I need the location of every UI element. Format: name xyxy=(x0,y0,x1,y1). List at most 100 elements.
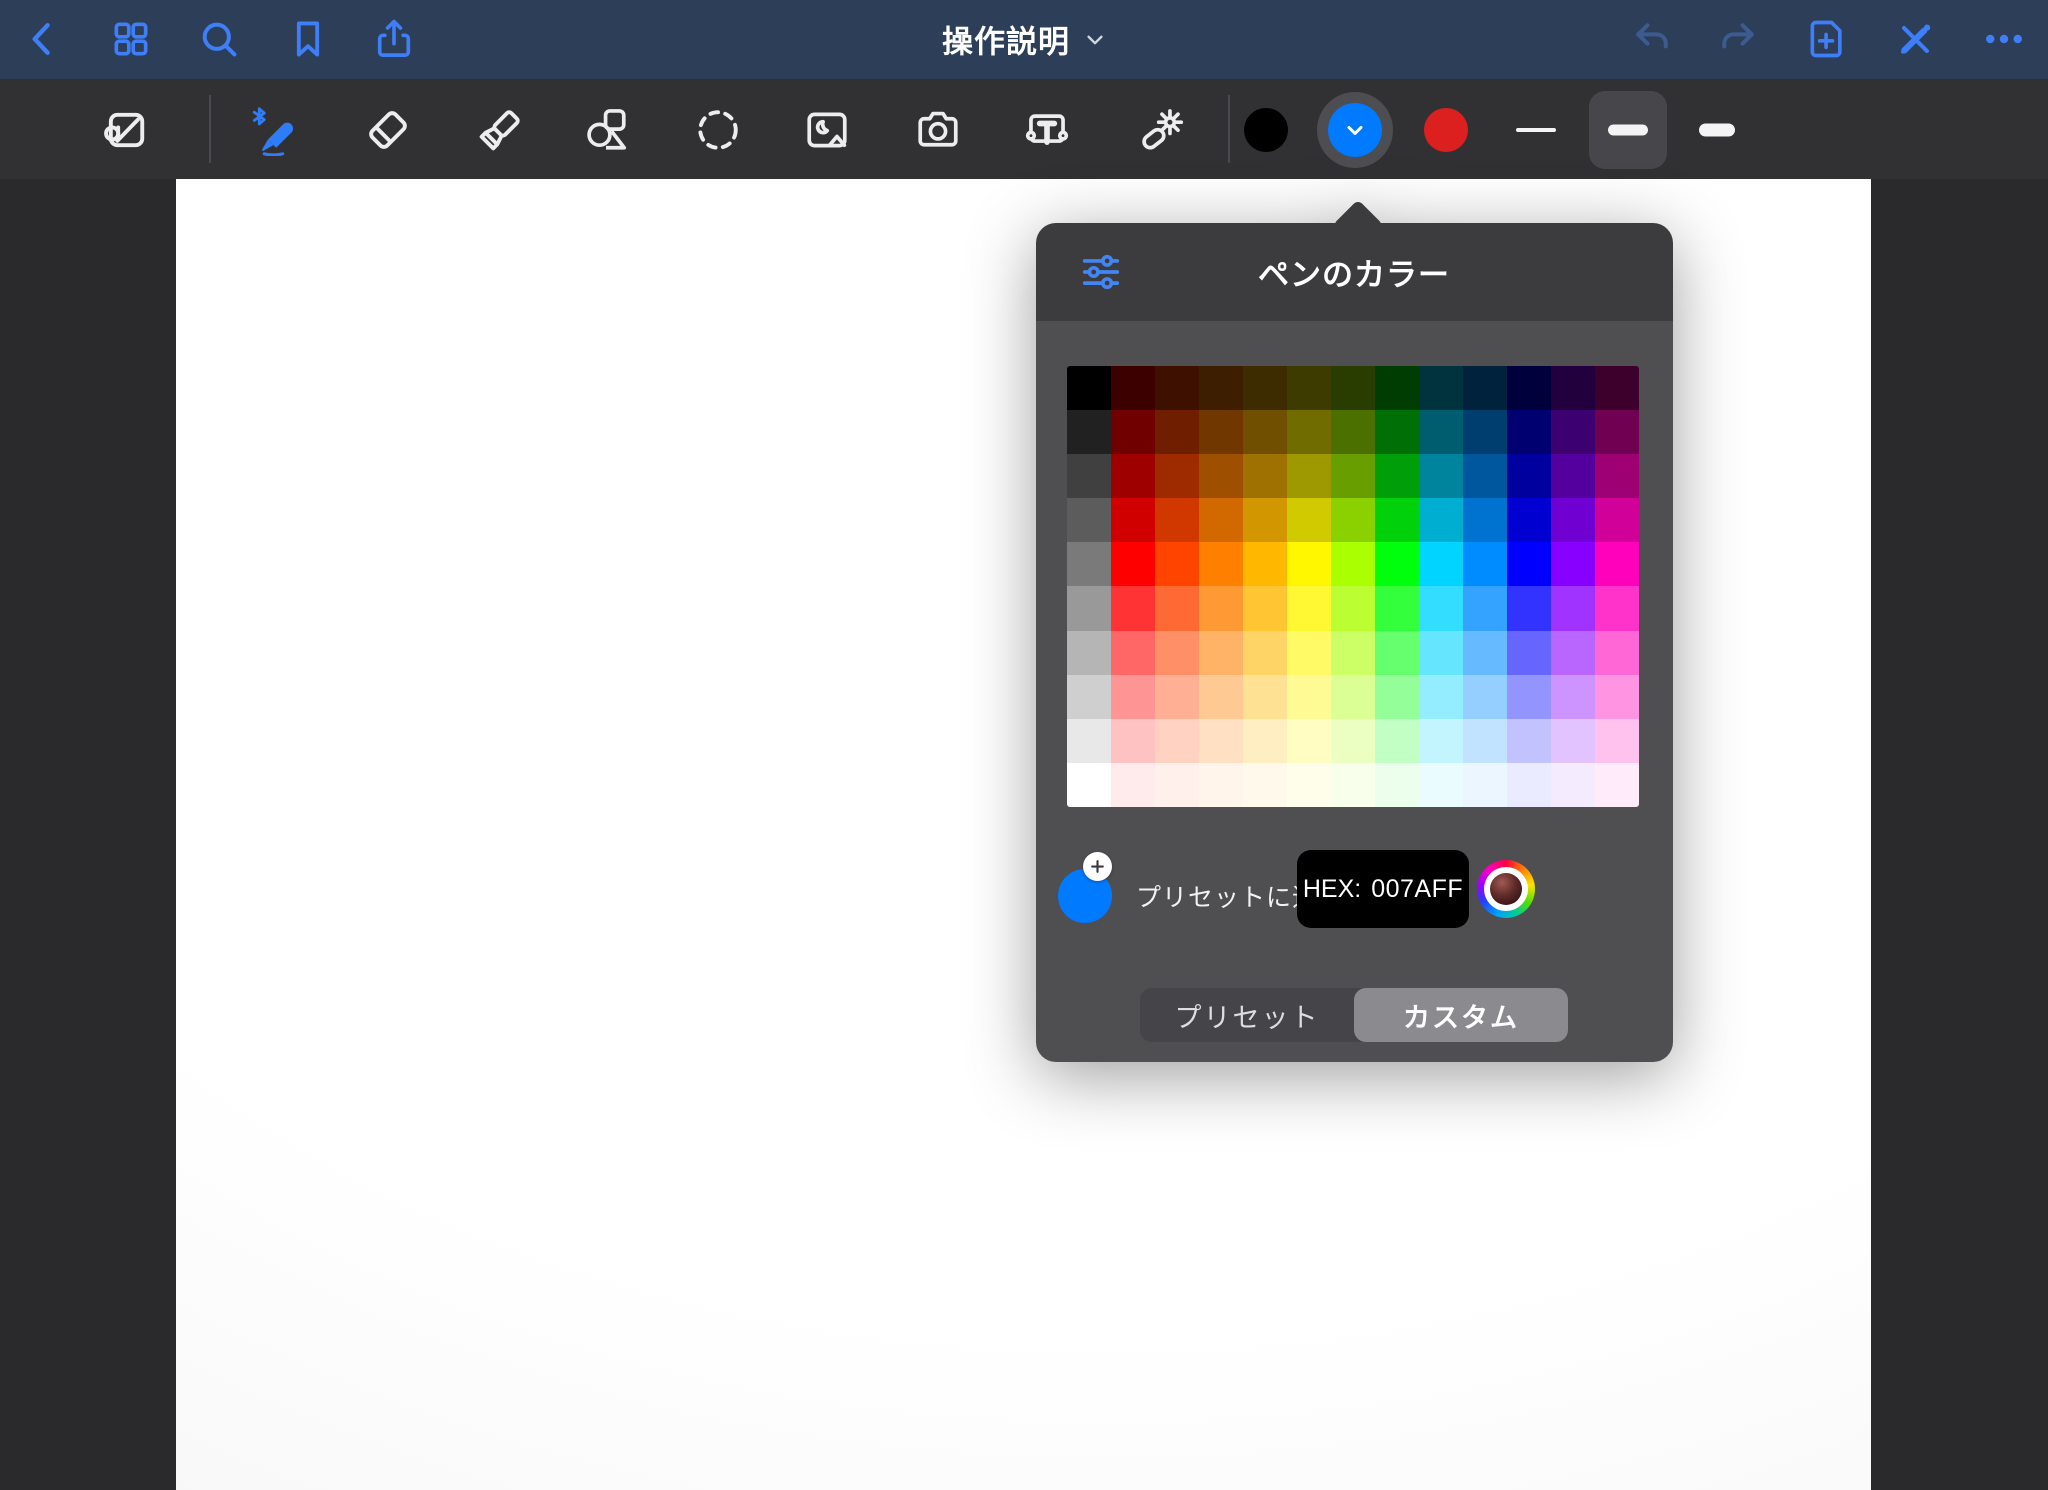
color-swatch[interactable] xyxy=(1155,675,1199,719)
color-swatch[interactable] xyxy=(1199,454,1243,498)
color-swatch[interactable] xyxy=(1067,763,1111,807)
color-swatch[interactable] xyxy=(1595,542,1639,586)
share-icon[interactable] xyxy=(371,16,417,62)
color-swatch[interactable] xyxy=(1067,410,1111,454)
color-swatch[interactable] xyxy=(1375,675,1419,719)
shapes-tool-icon[interactable] xyxy=(577,101,635,159)
color-swatch[interactable] xyxy=(1463,498,1507,542)
color-swatch[interactable] xyxy=(1419,675,1463,719)
color-swatch[interactable] xyxy=(1331,763,1375,807)
undo-icon[interactable] xyxy=(1629,16,1675,62)
color-swatch[interactable] xyxy=(1375,498,1419,542)
color-swatch[interactable] xyxy=(1551,631,1595,675)
more-icon[interactable] xyxy=(1981,16,2027,62)
thumbnails-icon[interactable] xyxy=(108,16,154,62)
color-swatch[interactable] xyxy=(1595,675,1639,719)
color-swatch[interactable] xyxy=(1331,542,1375,586)
thickness-thick[interactable] xyxy=(1699,124,1735,137)
laser-pointer-icon[interactable] xyxy=(1131,101,1189,159)
add-page-icon[interactable] xyxy=(1804,16,1850,62)
text-tool-icon[interactable] xyxy=(1018,101,1076,159)
color-swatch[interactable] xyxy=(1287,763,1331,807)
color-swatch[interactable] xyxy=(1243,631,1287,675)
color-swatch[interactable] xyxy=(1463,763,1507,807)
color-swatch[interactable] xyxy=(1067,719,1111,763)
color-swatch[interactable] xyxy=(1463,366,1507,410)
color-swatch[interactable] xyxy=(1551,586,1595,630)
color-swatch[interactable] xyxy=(1067,542,1111,586)
color-swatch[interactable] xyxy=(1199,542,1243,586)
color-swatch[interactable] xyxy=(1419,542,1463,586)
camera-tool-icon[interactable] xyxy=(909,101,967,159)
color-dot[interactable] xyxy=(1328,103,1382,157)
color-swatch[interactable] xyxy=(1067,586,1111,630)
color-swatch[interactable] xyxy=(1419,410,1463,454)
thickness-medium[interactable] xyxy=(1608,125,1648,136)
color-swatch[interactable] xyxy=(1463,719,1507,763)
color-swatch[interactable] xyxy=(1419,498,1463,542)
color-swatch[interactable] xyxy=(1155,719,1199,763)
color-swatch[interactable] xyxy=(1375,763,1419,807)
color-swatch[interactable] xyxy=(1199,763,1243,807)
hex-input[interactable]: HEX:007AFF xyxy=(1297,850,1469,928)
color-swatch[interactable] xyxy=(1199,631,1243,675)
color-swatch[interactable] xyxy=(1111,586,1155,630)
color-swatch[interactable] xyxy=(1067,675,1111,719)
color-swatch[interactable] xyxy=(1243,586,1287,630)
color-swatch[interactable] xyxy=(1419,366,1463,410)
color-swatch[interactable] xyxy=(1507,763,1551,807)
color-swatch[interactable] xyxy=(1463,675,1507,719)
color-swatch[interactable] xyxy=(1507,719,1551,763)
color-swatch[interactable] xyxy=(1155,410,1199,454)
color-swatch[interactable] xyxy=(1331,410,1375,454)
color-swatch[interactable] xyxy=(1067,366,1111,410)
color-swatch[interactable] xyxy=(1331,498,1375,542)
color-swatch[interactable] xyxy=(1507,542,1551,586)
color-swatch[interactable] xyxy=(1595,366,1639,410)
color-swatch[interactable] xyxy=(1287,631,1331,675)
eraser-tool-icon[interactable] xyxy=(359,101,417,159)
image-tool-icon[interactable] xyxy=(798,101,856,159)
color-swatch[interactable] xyxy=(1595,454,1639,498)
color-swatch[interactable] xyxy=(1155,586,1199,630)
color-swatch[interactable] xyxy=(1199,675,1243,719)
color-swatch[interactable] xyxy=(1067,498,1111,542)
color-swatch[interactable] xyxy=(1551,366,1595,410)
color-swatch[interactable] xyxy=(1287,410,1331,454)
add-preset-plus-icon[interactable] xyxy=(1083,852,1112,881)
color-swatch[interactable] xyxy=(1243,542,1287,586)
color-swatch[interactable] xyxy=(1155,542,1199,586)
color-swatch[interactable] xyxy=(1507,366,1551,410)
color-swatch[interactable] xyxy=(1507,410,1551,454)
color-swatch[interactable] xyxy=(1243,454,1287,498)
search-icon[interactable] xyxy=(196,16,242,62)
redo-icon[interactable] xyxy=(1715,16,1761,62)
color-swatch[interactable] xyxy=(1331,454,1375,498)
color-swatch[interactable] xyxy=(1375,366,1419,410)
color-swatch[interactable] xyxy=(1595,586,1639,630)
page-mode-icon[interactable] xyxy=(97,101,155,159)
color-swatch[interactable] xyxy=(1243,410,1287,454)
color-swatch[interactable] xyxy=(1551,675,1595,719)
color-dot[interactable] xyxy=(1424,108,1468,152)
color-swatch[interactable] xyxy=(1419,763,1463,807)
color-wheel-icon[interactable] xyxy=(1477,860,1535,918)
highlighter-tool-icon[interactable] xyxy=(471,101,529,159)
color-swatch[interactable] xyxy=(1287,454,1331,498)
color-swatch[interactable] xyxy=(1595,763,1639,807)
color-swatch[interactable] xyxy=(1507,454,1551,498)
color-swatch[interactable] xyxy=(1551,498,1595,542)
color-swatch[interactable] xyxy=(1287,498,1331,542)
color-swatch[interactable] xyxy=(1463,542,1507,586)
color-swatch[interactable] xyxy=(1331,586,1375,630)
color-swatch[interactable] xyxy=(1111,675,1155,719)
color-swatch[interactable] xyxy=(1243,366,1287,410)
sliders-icon[interactable] xyxy=(1078,249,1124,295)
color-swatch[interactable] xyxy=(1375,631,1419,675)
thickness-thin[interactable] xyxy=(1516,128,1556,132)
color-swatch[interactable] xyxy=(1595,631,1639,675)
color-swatch[interactable] xyxy=(1111,763,1155,807)
color-swatch[interactable] xyxy=(1551,410,1595,454)
back-icon[interactable] xyxy=(20,16,66,62)
color-swatch[interactable] xyxy=(1243,719,1287,763)
